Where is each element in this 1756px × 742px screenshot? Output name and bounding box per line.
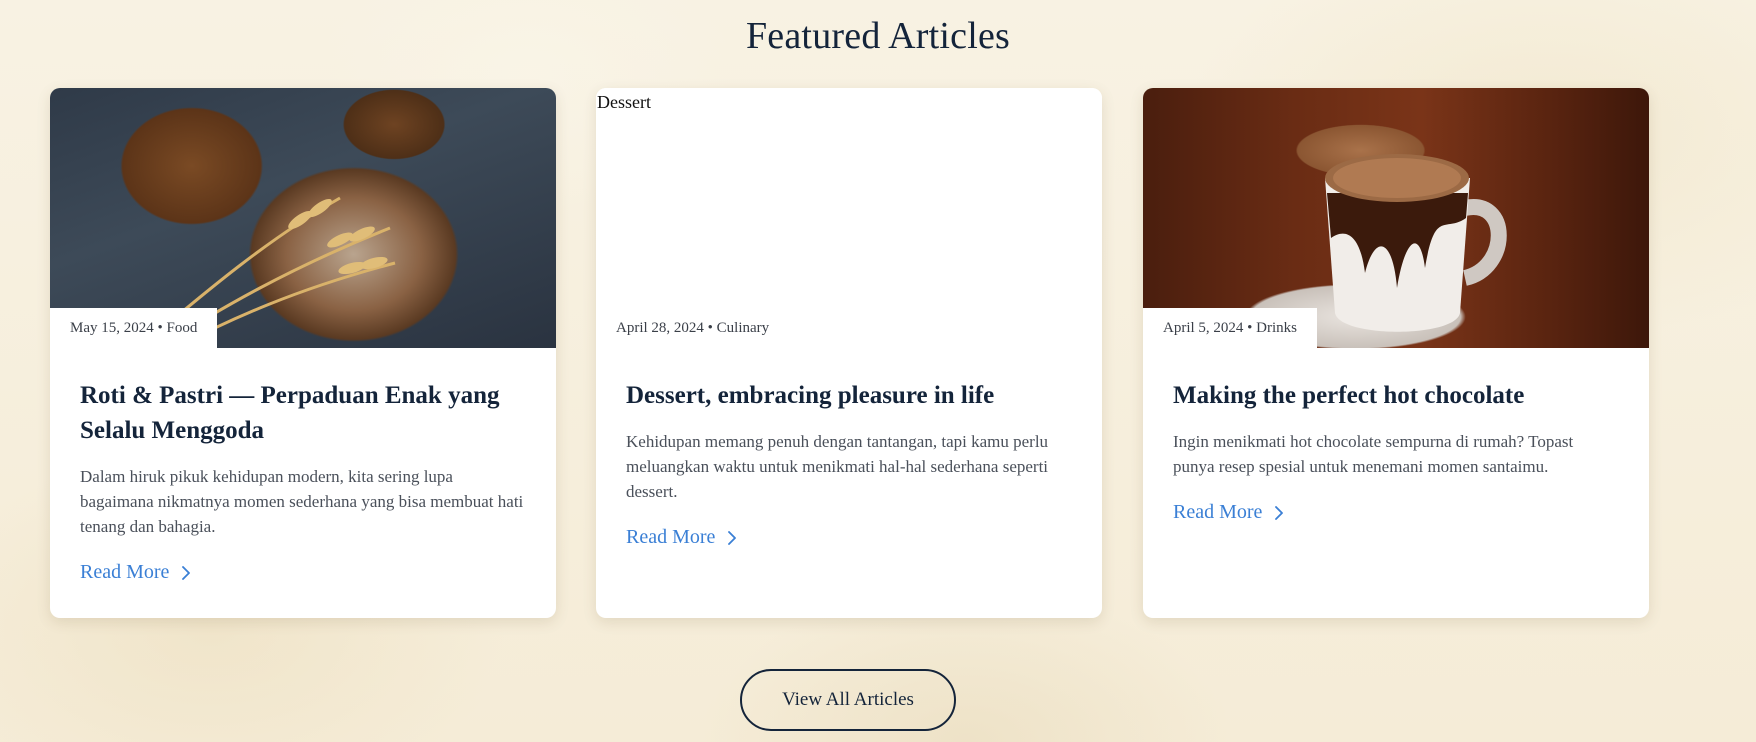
chevron-right-icon [1275, 505, 1284, 520]
chevron-right-icon [182, 565, 191, 580]
article-excerpt: Ingin menikmati hot chocolate sempurna d… [1173, 432, 1574, 476]
article-meta: April 5, 2024 • Drinks [1143, 308, 1317, 348]
article-title[interactable]: Dessert, embracing pleasure in life [626, 378, 1072, 413]
article-title[interactable]: Making the perfect hot chocolate [1173, 378, 1619, 413]
article-card-roti: May 15, 2024 • Food Roti & Pastri — Perp… [50, 88, 556, 618]
article-excerpt: Kehidupan memang penuh dengan tantangan,… [626, 432, 1049, 501]
read-more-link[interactable]: Read More [80, 561, 193, 584]
article-meta: April 28, 2024 • Culinary [596, 308, 790, 348]
hot-chocolate-photo[interactable]: April 5, 2024 • Drinks [1143, 88, 1649, 348]
article-card-dessert: Dessert April 28, 2024 • Culinary Desser… [596, 88, 1102, 618]
read-more-label: Read More [1173, 501, 1263, 523]
dessert-image-broken[interactable]: Dessert April 28, 2024 • Culinary [596, 88, 1102, 348]
read-more-link[interactable]: Read More [626, 526, 739, 549]
section-title: Featured Articles [745, 15, 1011, 57]
cup-decoration [1325, 154, 1507, 332]
read-more-label: Read More [80, 561, 170, 583]
article-excerpt: Dalam hiruk pikuk kehidupan modern, kita… [80, 467, 524, 536]
article-meta: May 15, 2024 • Food [50, 308, 218, 348]
chevron-right-icon [728, 530, 737, 545]
read-more-label: Read More [626, 526, 716, 548]
read-more-link[interactable]: Read More [1173, 501, 1286, 524]
bread-photo[interactable]: May 15, 2024 • Food [50, 88, 556, 348]
article-card-hot-chocolate: April 5, 2024 • Drinks Making the perfec… [1143, 88, 1649, 618]
view-all-articles-button[interactable]: View All Articles [740, 669, 956, 731]
image-alt-text: Dessert [597, 92, 651, 112]
article-title[interactable]: Roti & Pastri — Perpaduan Enak yang Sela… [80, 378, 526, 448]
